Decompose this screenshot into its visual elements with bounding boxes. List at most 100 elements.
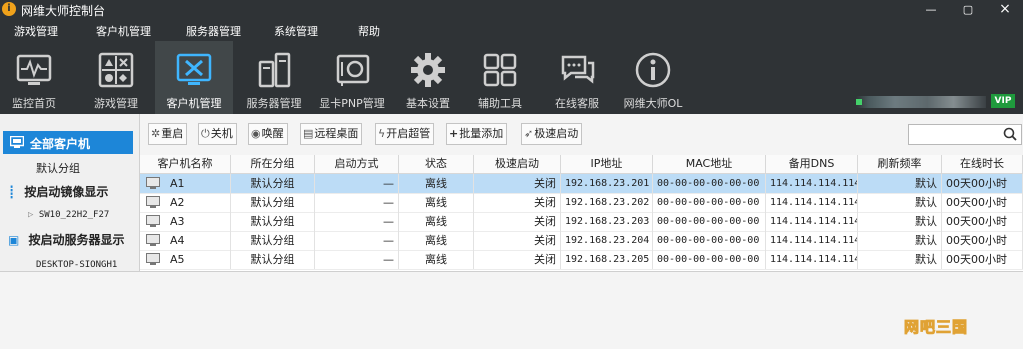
tool-server-management[interactable]: 服务器管理: [240, 41, 308, 114]
cell-dns: 114.114.114.114: [766, 212, 858, 231]
window-title: 网维大师控制台: [21, 4, 106, 18]
maximize-button[interactable]: ▢: [953, 0, 983, 19]
tool-game-management[interactable]: 游戏管理: [82, 41, 150, 114]
shutdown-label: 关机: [210, 127, 233, 140]
menu-bar: 游戏管理 客户机管理 服务器管理 系统管理 帮助: [0, 19, 1023, 41]
image-tree-icon: ┋: [8, 185, 16, 199]
by-boot-image-header[interactable]: ┋ 按启动镜像显示: [8, 183, 108, 200]
table-header: 客户机名称 所在分组 启动方式 状态 极速启动 IP地址 MAC地址 备用DNS…: [140, 155, 1023, 174]
fast-boot-button[interactable]: ➶极速启动: [521, 123, 583, 145]
cell-status: 离线: [399, 174, 474, 193]
cell-dns: 114.114.114.114: [766, 250, 858, 269]
computer-icon: [146, 234, 160, 246]
boot-image-item[interactable]: ▷ SW10_22H2_F27: [28, 210, 109, 220]
tool-client-management[interactable]: 客户机管理: [155, 41, 233, 114]
minimize-button[interactable]: —: [916, 0, 946, 19]
table-row[interactable]: A4 默认分组 — 离线 关闭 192.168.23.204 00-00-00-00-00-…: [140, 231, 1023, 251]
info-circle-icon: [635, 52, 671, 88]
expand-arrow-icon: ▷: [28, 210, 34, 220]
all-clients-item[interactable]: 全部客户机: [3, 131, 133, 154]
table-row[interactable]: A1 默认分组 — 离线 关闭 192.168.23.201 00-00-00-00-00-…: [140, 174, 1023, 194]
menu-server[interactable]: 服务器管理: [186, 23, 241, 39]
menu-client[interactable]: 客户机管理: [96, 23, 151, 39]
cell-fast: 关闭: [474, 174, 561, 193]
cell-refresh: 默认: [858, 231, 942, 250]
table-row[interactable]: A3 默认分组 — 离线 关闭 192.168.23.203 00-00-00-00-00-…: [140, 212, 1023, 232]
batch-add-button[interactable]: +批量添加: [446, 123, 508, 145]
cell-refresh: 默认: [858, 193, 942, 212]
tool-label: 客户机管理: [166, 97, 222, 110]
boot-server-item[interactable]: DESKTOP-SIONGH1: [36, 260, 117, 270]
table-row[interactable]: A5 默认分组 — 离线 关闭 192.168.23.205 00-00-00-00-00-…: [140, 250, 1023, 270]
client-tree-panel: 全部客户机 默认分组 ┋ 按启动镜像显示 ▷ SW10_22H2_F27 ▣ 按…: [0, 114, 140, 271]
tool-wangwei-ol[interactable]: 网维大师OL: [618, 41, 688, 114]
client-name: A1: [170, 177, 185, 190]
cell-fast: 关闭: [474, 231, 561, 250]
menu-game[interactable]: 游戏管理: [14, 23, 58, 39]
tool-monitor-home[interactable]: 监控首页: [0, 41, 68, 114]
column-header[interactable]: 极速启动: [474, 155, 561, 173]
shutdown-button[interactable]: ⏻关机: [198, 123, 237, 145]
cell-status: 离线: [399, 250, 474, 269]
client-tools-icon: [176, 53, 212, 85]
lightning-icon: ϟ: [378, 127, 386, 140]
all-clients-label: 全部客户机: [30, 137, 91, 151]
client-name: A5: [170, 253, 185, 266]
computer-icon: [146, 177, 160, 189]
cell-boot: —: [315, 193, 399, 212]
cell-status: 离线: [399, 193, 474, 212]
column-header[interactable]: 刷新频率: [858, 155, 942, 173]
search-icon[interactable]: [1003, 127, 1017, 141]
column-header[interactable]: 状态: [399, 155, 474, 173]
info-icon: i: [2, 2, 16, 16]
cell-mac: 00-00-00-00-00-00: [653, 174, 766, 193]
tool-online-support[interactable]: 在线客服: [544, 41, 610, 114]
tool-basic-settings[interactable]: 基本设置: [396, 41, 460, 114]
wake-button[interactable]: ◉唤醒: [248, 123, 288, 145]
cell-mac: 00-00-00-00-00-00: [653, 231, 766, 250]
cell-fast: 关闭: [474, 212, 561, 231]
column-header[interactable]: 启动方式: [315, 155, 399, 173]
restart-button[interactable]: ✲重启: [148, 123, 188, 145]
column-header[interactable]: MAC地址: [653, 155, 766, 173]
wake-icon: ◉: [251, 127, 261, 140]
by-boot-server-header[interactable]: ▣ 按启动服务器显示: [8, 231, 125, 248]
cell-ip: 192.168.23.203: [561, 212, 653, 231]
cell-boot: —: [315, 231, 399, 250]
column-header[interactable]: IP地址: [561, 155, 653, 173]
enable-superadmin-button[interactable]: ϟ开启超管: [375, 123, 435, 145]
tool-label: 基本设置: [406, 97, 450, 110]
column-header[interactable]: 在线时长: [942, 155, 1023, 173]
table-row[interactable]: A2 默认分组 — 离线 关闭 192.168.23.202 00-00-00-00-00-…: [140, 193, 1023, 213]
client-name: A3: [170, 215, 185, 228]
column-header[interactable]: 备用DNS: [766, 155, 858, 173]
tool-gpu-pnp[interactable]: 显卡PNP管理: [316, 41, 388, 114]
search-input[interactable]: [908, 124, 1022, 145]
bottom-area: 网吧三国: [0, 271, 1023, 349]
gear-icon: [411, 53, 445, 87]
tool-label: 显卡PNP管理: [319, 97, 385, 110]
cell-boot: —: [315, 174, 399, 193]
client-name: A4: [170, 234, 185, 247]
client-name-cell: A4: [140, 231, 231, 250]
remote-desktop-button[interactable]: ▤远程桌面: [300, 123, 363, 145]
tool-utilities[interactable]: 辅助工具: [468, 41, 532, 114]
restart-label: 重启: [161, 127, 184, 140]
menu-help[interactable]: 帮助: [358, 23, 380, 39]
cell-fast: 关闭: [474, 250, 561, 269]
online-status-dot: [856, 99, 862, 105]
column-header[interactable]: 所在分组: [231, 155, 315, 173]
server-tree-icon: ▣: [8, 233, 20, 247]
menu-system[interactable]: 系统管理: [274, 23, 318, 39]
tool-label: 在线客服: [555, 97, 599, 110]
default-group-item[interactable]: 默认分组: [36, 160, 80, 176]
cell-mac: 00-00-00-00-00-00: [653, 250, 766, 269]
boot-image-label: SW10_22H2_F27: [38, 210, 110, 220]
tool-label: 辅助工具: [478, 97, 522, 110]
cell-online: 00天00小时: [942, 231, 1023, 250]
close-button[interactable]: ×: [990, 0, 1020, 19]
column-header[interactable]: 客户机名称: [140, 155, 231, 173]
cell-dns: 114.114.114.114: [766, 193, 858, 212]
tool-label: 游戏管理: [94, 97, 138, 110]
action-bar: ✲重启 ⏻关机 ◉唤醒 ▤远程桌面 ϟ开启超管 +批量添加 ➶极速启动: [140, 114, 1023, 155]
